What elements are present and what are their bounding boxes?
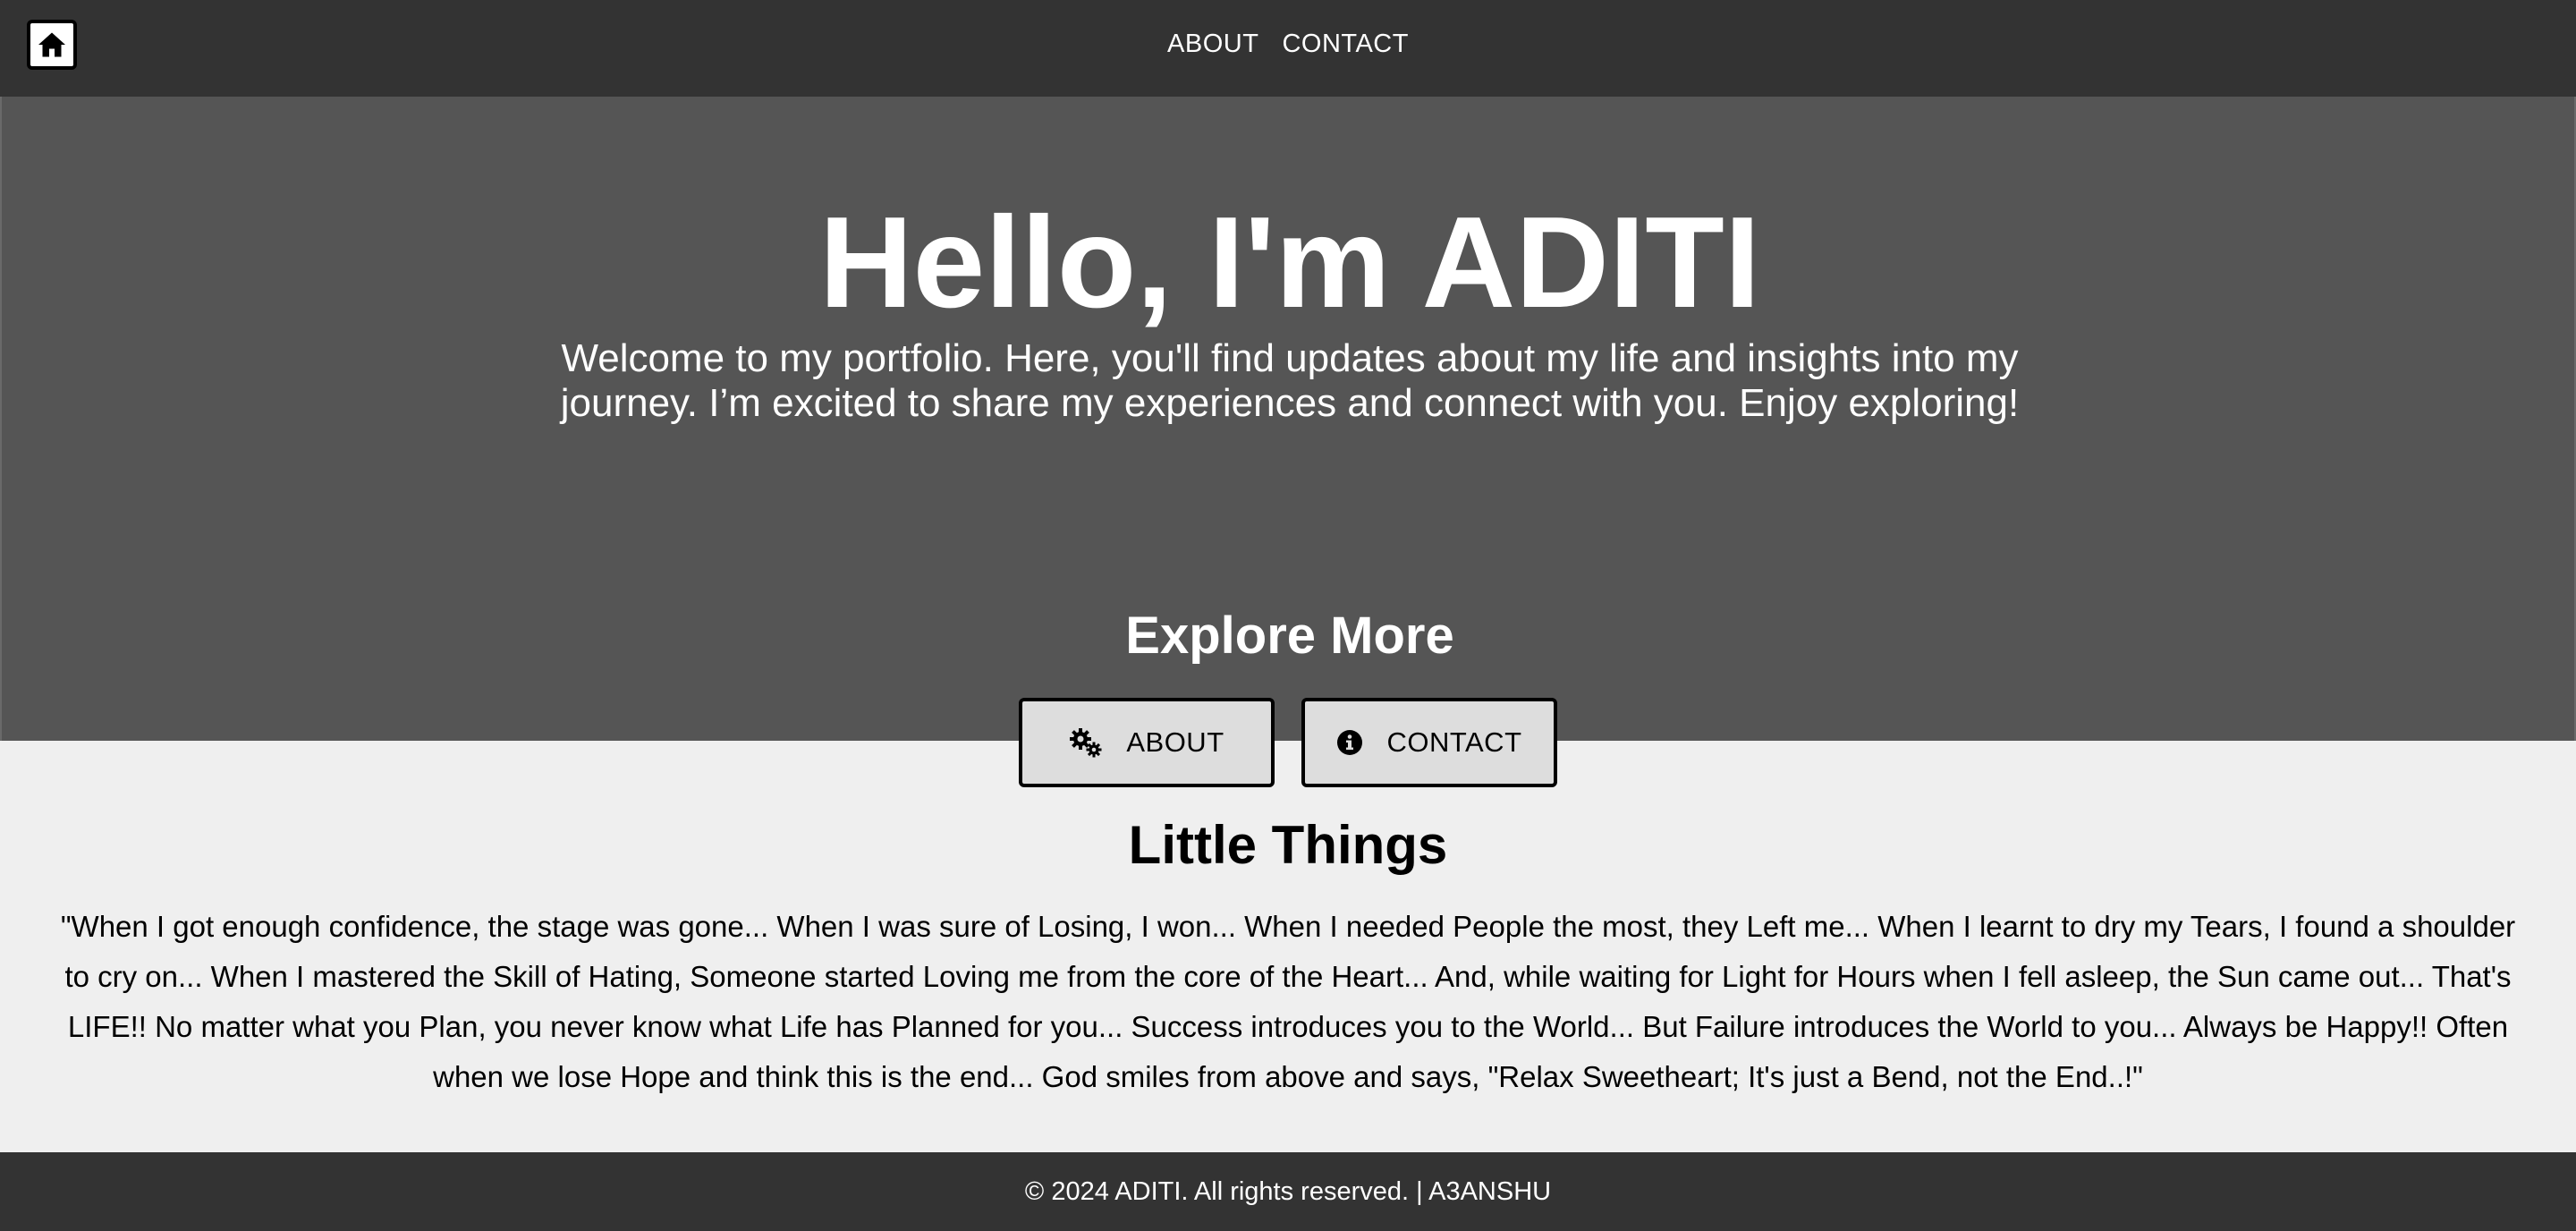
footer-text: © 2024 ADITI. All rights reserved. | A3A… bbox=[1024, 1176, 1552, 1206]
nav-links: ABOUT CONTACT bbox=[0, 0, 2576, 88]
contact-button-label: CONTACT bbox=[1386, 726, 1522, 758]
contact-button[interactable]: CONTACT bbox=[1301, 698, 1557, 787]
footer: © 2024 ADITI. All rights reserved. | A3A… bbox=[0, 1152, 2576, 1231]
hero-title: Hello, I'm ADITI bbox=[818, 190, 1761, 335]
explore-buttons: ABOUT CONTACT bbox=[0, 698, 2576, 787]
little-things-heading: Little Things bbox=[1128, 815, 1448, 875]
about-button[interactable]: ABOUT bbox=[1019, 698, 1275, 787]
hero-section: Hello, I'm ADITI Welcome to my portfolio… bbox=[0, 97, 2576, 741]
info-circle-icon bbox=[1336, 729, 1363, 756]
about-button-label: ABOUT bbox=[1126, 726, 1224, 758]
explore-more-heading: Explore More bbox=[1125, 607, 1454, 665]
nav-link-contact[interactable]: CONTACT bbox=[1282, 30, 1409, 59]
top-navbar: ABOUT CONTACT bbox=[0, 0, 2576, 97]
gears-icon bbox=[1069, 727, 1103, 758]
little-things-quote: "When I got enough confidence, the stage… bbox=[60, 910, 2516, 1093]
nav-link-about[interactable]: ABOUT bbox=[1167, 30, 1258, 59]
hero-intro-text: Welcome to my portfolio. Here, you'll fi… bbox=[560, 336, 2020, 425]
